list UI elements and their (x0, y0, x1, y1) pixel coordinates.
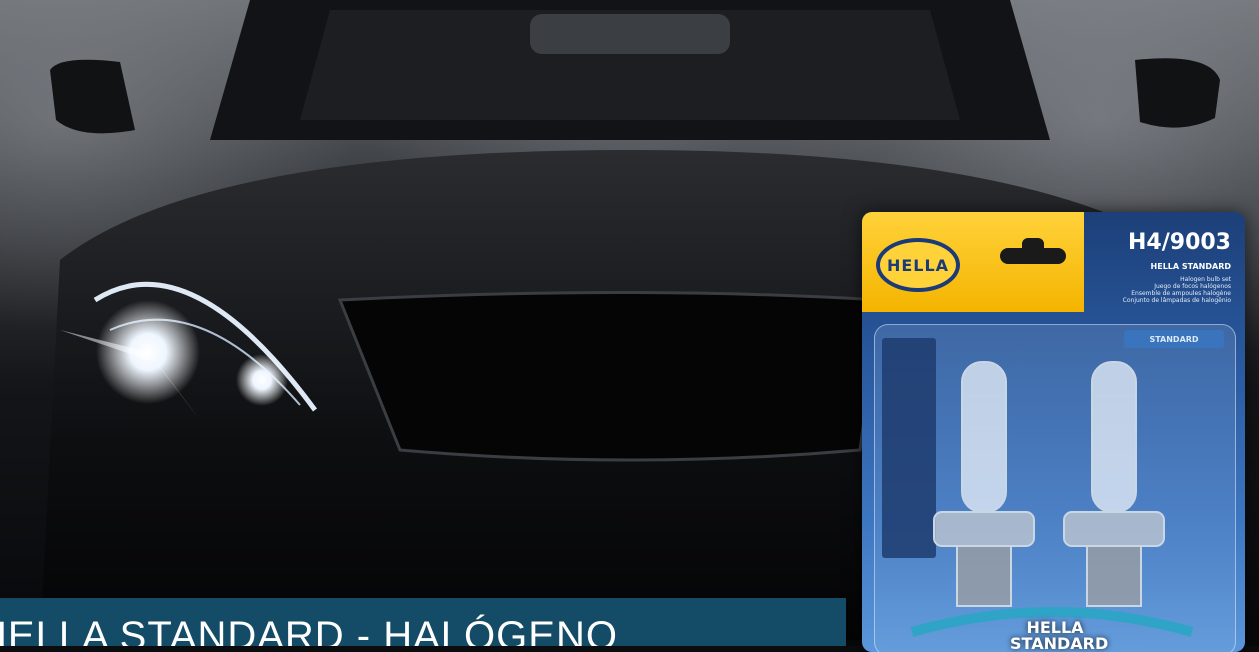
banner-title: HELLA STANDARD - HALÓGENO (0, 614, 618, 646)
bulbs-illustration (910, 361, 1194, 637)
bulb-label: HELLA STANDARD (1010, 618, 1109, 652)
product-package: HELLA H4/9003 HELLA STANDARD Halogen bul… (862, 212, 1245, 652)
title-banner: HELLA STANDARD - HALÓGENO (0, 598, 846, 646)
